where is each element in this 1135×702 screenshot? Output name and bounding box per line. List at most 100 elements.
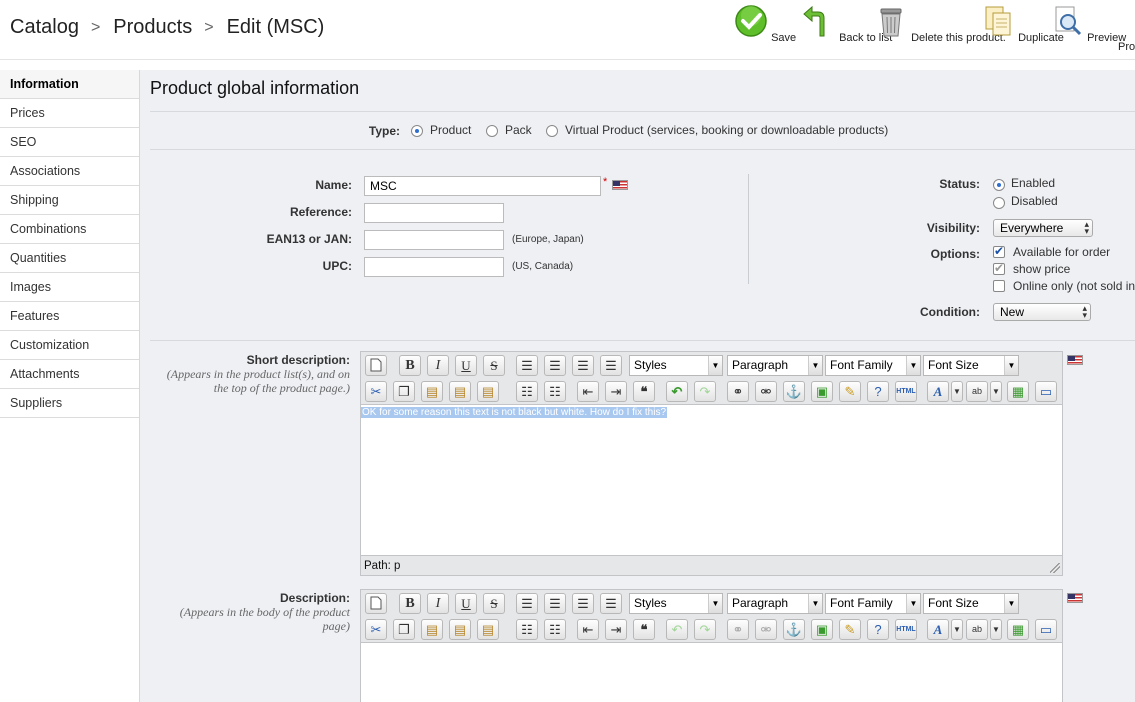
font-family-dropdown[interactable]: Font Family ▼	[825, 355, 921, 376]
align-justify-icon[interactable]: ☰	[600, 355, 622, 376]
background-color-arrow-icon[interactable]: ▼	[990, 381, 1002, 402]
align-left-icon[interactable]: ☰	[516, 593, 538, 614]
blockquote-icon[interactable]: ❝	[633, 381, 655, 402]
name-input[interactable]	[364, 176, 601, 196]
italic-icon[interactable]: I	[427, 355, 449, 376]
align-center-icon[interactable]: ☰	[544, 593, 566, 614]
link-icon[interactable]: ⚭	[727, 381, 749, 402]
indent-icon[interactable]: ⇥	[605, 619, 627, 640]
underline-icon[interactable]: U	[455, 593, 477, 614]
copy-icon[interactable]: ❐	[393, 381, 415, 402]
language-flag-icon[interactable]	[612, 180, 628, 190]
description-content[interactable]	[361, 642, 1062, 702]
language-flag-icon[interactable]	[1067, 355, 1083, 365]
show-price-checkbox[interactable]	[993, 261, 1005, 275]
duplicate-button[interactable]: Duplicate	[981, 4, 1064, 44]
sidebar-item-features[interactable]: Features	[0, 302, 139, 331]
outdent-icon[interactable]: ⇤	[577, 381, 599, 402]
paste-text-icon[interactable]: ▤	[449, 619, 471, 640]
sidebar-item-seo[interactable]: SEO	[0, 128, 139, 157]
new-document-icon[interactable]	[365, 355, 387, 376]
new-document-icon[interactable]	[365, 593, 387, 614]
undo-icon[interactable]: ↶	[666, 619, 688, 640]
cleanup-icon[interactable]: ✎	[839, 619, 861, 640]
html-source-icon[interactable]: HTML	[895, 381, 917, 402]
font-family-dropdown[interactable]: Font Family ▼	[825, 593, 921, 614]
paste-word-icon[interactable]: ▤	[477, 619, 499, 640]
type-pack-radio[interactable]	[486, 125, 498, 137]
undo-icon[interactable]: ↶	[666, 381, 688, 402]
ean-input[interactable]	[364, 230, 504, 250]
paste-icon[interactable]: ▤	[421, 619, 443, 640]
background-color-icon[interactable]: ab	[966, 381, 988, 402]
link-icon[interactable]: ⚭	[727, 619, 749, 640]
unlink-icon[interactable]: ⚮	[755, 381, 777, 402]
styles-dropdown[interactable]: Styles ▼	[629, 593, 723, 614]
blockquote-icon[interactable]: ❝	[633, 619, 655, 640]
type-virtual-radio[interactable]	[546, 125, 558, 137]
image-icon[interactable]: ▣	[811, 619, 833, 640]
sidebar-item-information[interactable]: Information	[0, 70, 139, 99]
bold-icon[interactable]: B	[399, 355, 421, 376]
breadcrumb-products[interactable]: Products	[113, 16, 192, 39]
sidebar-item-prices[interactable]: Prices	[0, 99, 139, 128]
status-disabled-radio[interactable]	[993, 197, 1005, 209]
cleanup-icon[interactable]: ✎	[839, 381, 861, 402]
paste-word-icon[interactable]: ▤	[477, 381, 499, 402]
numbered-list-icon[interactable]: ☷	[544, 381, 566, 402]
font-size-dropdown[interactable]: Font Size ▼	[923, 593, 1019, 614]
cut-icon[interactable]: ✂	[365, 619, 387, 640]
cut-icon[interactable]: ✂	[365, 381, 387, 402]
underline-icon[interactable]: U	[455, 355, 477, 376]
background-color-icon[interactable]: ab	[966, 619, 988, 640]
more-toolbar-button[interactable]: Pro	[1118, 4, 1135, 53]
font-size-dropdown[interactable]: Font Size ▼	[923, 355, 1019, 376]
template-icon[interactable]: ▭	[1035, 381, 1057, 402]
anchor-icon[interactable]: ⚓	[783, 381, 805, 402]
numbered-list-icon[interactable]: ☷	[544, 619, 566, 640]
indent-icon[interactable]: ⇥	[605, 381, 627, 402]
upc-input[interactable]	[364, 257, 504, 277]
strikethrough-icon[interactable]: S	[483, 355, 505, 376]
styles-dropdown[interactable]: Styles ▼	[629, 355, 723, 376]
sidebar-item-shipping[interactable]: Shipping	[0, 186, 139, 215]
paste-icon[interactable]: ▤	[421, 381, 443, 402]
sidebar-item-combinations[interactable]: Combinations	[0, 215, 139, 244]
online-only-checkbox[interactable]	[993, 280, 1005, 292]
anchor-icon[interactable]: ⚓	[783, 619, 805, 640]
save-button[interactable]: Save	[734, 4, 796, 44]
align-right-icon[interactable]: ☰	[572, 593, 594, 614]
sidebar-item-images[interactable]: Images	[0, 273, 139, 302]
unlink-icon[interactable]: ⚮	[755, 619, 777, 640]
visibility-select[interactable]: Everywhere ▴ ▾	[993, 219, 1093, 237]
sidebar-item-quantities[interactable]: Quantities	[0, 244, 139, 273]
text-color-arrow-icon[interactable]: ▼	[951, 381, 963, 402]
text-color-arrow-icon[interactable]: ▼	[951, 619, 963, 640]
bold-icon[interactable]: B	[399, 593, 421, 614]
sidebar-item-associations[interactable]: Associations	[0, 157, 139, 186]
short-description-content[interactable]: OK for some reason this text is not blac…	[361, 404, 1062, 555]
help-icon[interactable]: ?	[867, 619, 889, 640]
align-left-icon[interactable]: ☰	[516, 355, 538, 376]
type-product-radio[interactable]	[411, 125, 423, 137]
back-to-list-button[interactable]: Back to list	[802, 4, 892, 44]
reference-input[interactable]	[364, 203, 504, 223]
delete-product-button[interactable]: Delete this product.	[874, 4, 1006, 44]
background-color-arrow-icon[interactable]: ▼	[990, 619, 1002, 640]
align-right-icon[interactable]: ☰	[572, 355, 594, 376]
media-icon[interactable]: ▦	[1007, 619, 1029, 640]
redo-icon[interactable]: ↷	[694, 381, 716, 402]
media-icon[interactable]: ▦	[1007, 381, 1029, 402]
text-color-icon[interactable]: A	[927, 619, 949, 640]
template-icon[interactable]: ▭	[1035, 619, 1057, 640]
help-icon[interactable]: ?	[867, 381, 889, 402]
bullet-list-icon[interactable]: ☷	[516, 381, 538, 402]
outdent-icon[interactable]: ⇤	[577, 619, 599, 640]
align-justify-icon[interactable]: ☰	[600, 593, 622, 614]
sidebar-item-attachments[interactable]: Attachments	[0, 360, 139, 389]
redo-icon[interactable]: ↷	[694, 619, 716, 640]
status-enabled-radio[interactable]	[993, 179, 1005, 191]
bullet-list-icon[interactable]: ☷	[516, 619, 538, 640]
text-color-icon[interactable]: A	[927, 381, 949, 402]
language-flag-icon[interactable]	[1067, 593, 1083, 603]
